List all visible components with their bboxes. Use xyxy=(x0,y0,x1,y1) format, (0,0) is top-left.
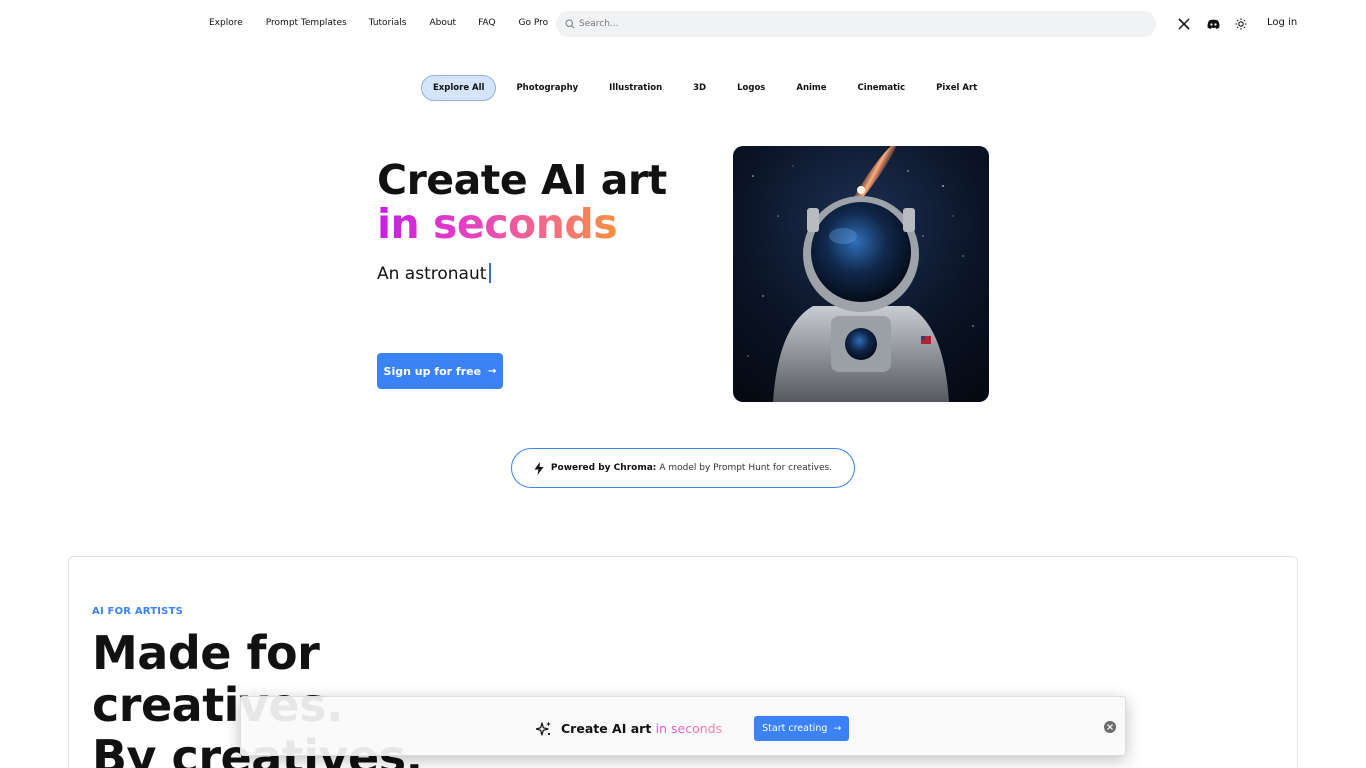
close-icon[interactable] xyxy=(1104,721,1116,733)
search-icon xyxy=(565,19,575,29)
hero-title-line2: in seconds xyxy=(377,200,618,248)
nav-link-tutorials[interactable]: Tutorials xyxy=(369,18,407,28)
floating-cta-text-main: Create AI art xyxy=(561,721,652,736)
category-illustration[interactable]: Illustration xyxy=(598,75,673,101)
arrow-right-icon: → xyxy=(833,723,842,734)
category-filter: Explore All Photography Illustration 3D … xyxy=(421,75,988,101)
start-creating-label: Start creating xyxy=(762,723,828,734)
arrow-right-icon: → xyxy=(488,365,497,377)
hero-title: Create AI art in seconds xyxy=(377,158,667,246)
nav-links: Explore Prompt Templates Tutorials About… xyxy=(209,18,548,28)
lightning-icon xyxy=(534,461,544,475)
login-link[interactable]: Log in xyxy=(1267,17,1297,28)
sparkles-icon xyxy=(536,721,551,736)
category-cinematic[interactable]: Cinematic xyxy=(847,75,917,101)
section-eyebrow: AI FOR ARTISTS xyxy=(92,606,184,617)
hero-title-line1: Create AI art xyxy=(377,156,667,204)
floating-cta-text-accent: in seconds xyxy=(655,721,723,736)
top-navigation: Explore Prompt Templates Tutorials About… xyxy=(0,0,1366,48)
hero-astronaut-image xyxy=(733,146,989,402)
powered-by-description: A model by Prompt Hunt for creatives. xyxy=(659,463,833,473)
powered-by-label: Powered by Chroma: xyxy=(550,463,657,473)
text-cursor xyxy=(489,263,492,283)
nav-link-explore[interactable]: Explore xyxy=(209,18,243,28)
signup-button-label: Sign up for free xyxy=(383,364,482,378)
floating-cta-content: Create AI art in seconds Start creating … xyxy=(536,716,850,741)
nav-link-faq[interactable]: FAQ xyxy=(478,18,495,28)
nav-link-prompt-templates[interactable]: Prompt Templates xyxy=(266,18,347,28)
powered-by-badge[interactable]: Powered by Chroma: A model by Prompt Hun… xyxy=(511,448,855,488)
theme-sun-icon[interactable] xyxy=(1234,17,1248,31)
nav-link-go-pro[interactable]: Go Pro xyxy=(519,18,549,28)
search-input[interactable] xyxy=(579,19,1119,29)
floating-cta-bar: Create AI art in seconds Start creating … xyxy=(240,696,1126,756)
typing-prompt: An astronaut xyxy=(377,263,492,284)
start-creating-button[interactable]: Start creating → xyxy=(754,716,850,741)
category-explore-all[interactable]: Explore All xyxy=(421,75,497,101)
category-anime[interactable]: Anime xyxy=(785,75,837,101)
discord-icon[interactable] xyxy=(1206,17,1220,31)
section-heading-line1: Made for xyxy=(92,626,320,680)
nav-link-about[interactable]: About xyxy=(429,18,456,28)
category-photography[interactable]: Photography xyxy=(505,75,589,101)
search-bar[interactable] xyxy=(556,11,1156,37)
signup-button[interactable]: Sign up for free → xyxy=(377,353,503,389)
floating-cta-text: Create AI art in seconds xyxy=(561,721,722,736)
x-twitter-icon[interactable] xyxy=(1177,17,1191,31)
typing-text: An astronaut xyxy=(377,264,487,284)
category-pixel-art[interactable]: Pixel Art xyxy=(925,75,988,101)
category-3d[interactable]: 3D xyxy=(682,75,717,101)
category-logos[interactable]: Logos xyxy=(726,75,776,101)
